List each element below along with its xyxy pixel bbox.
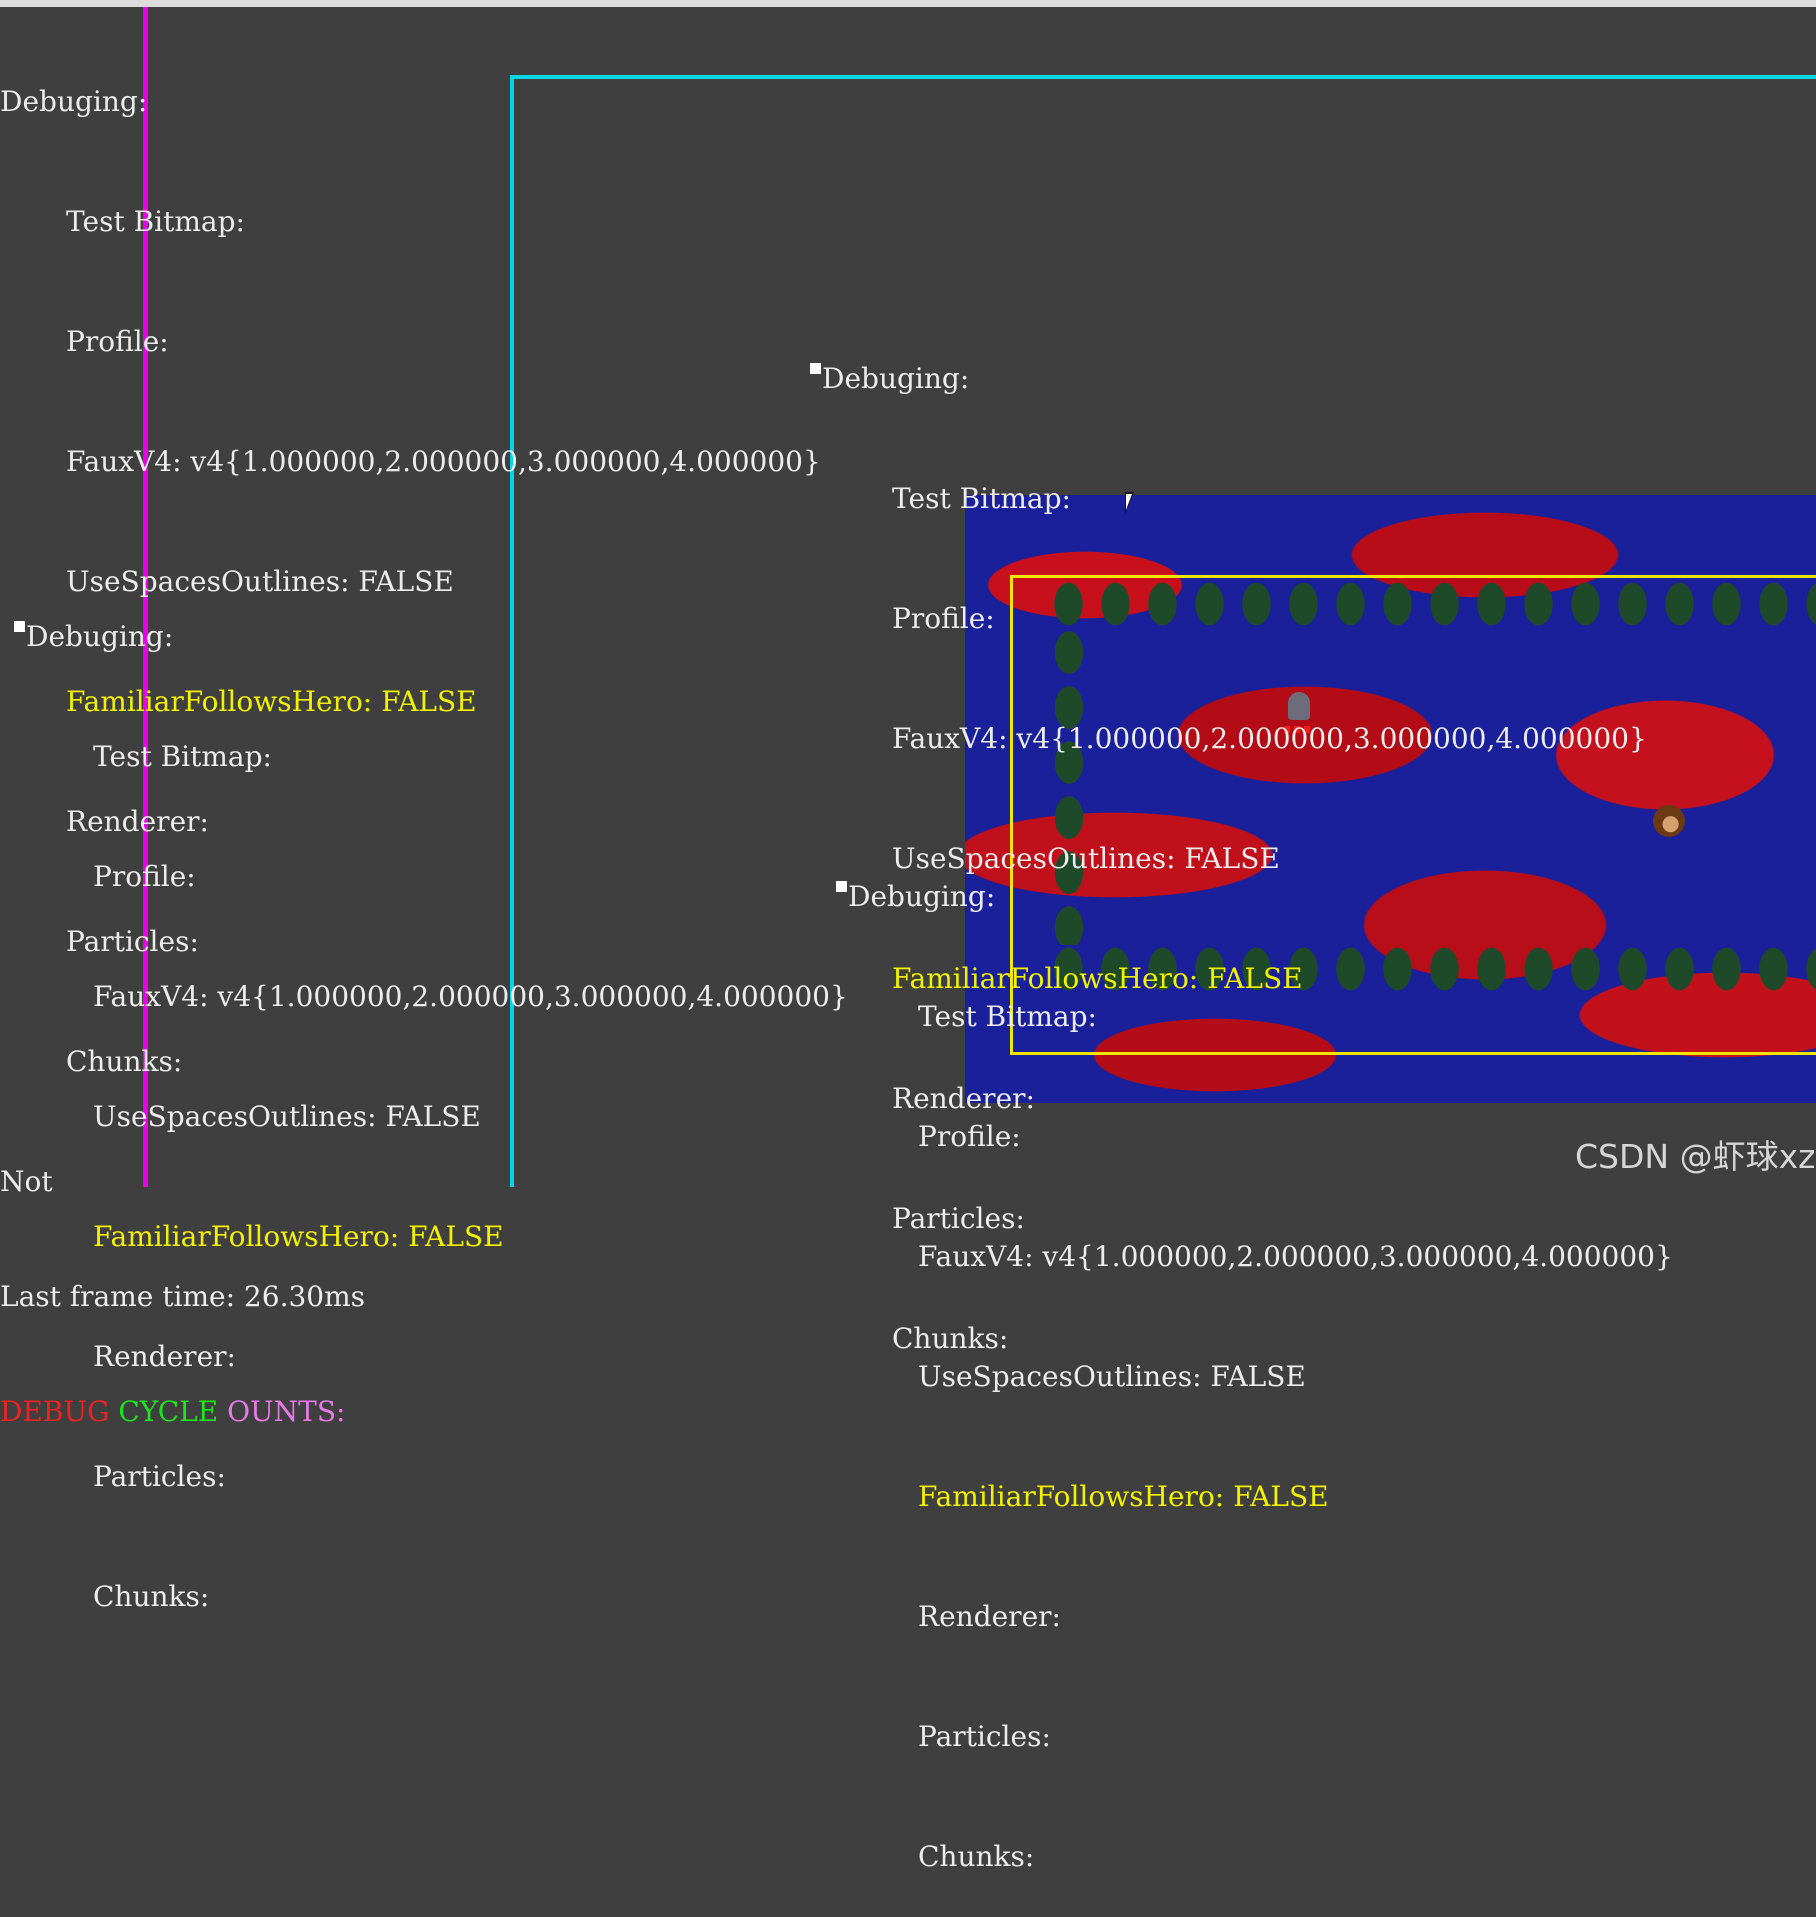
debug-item-chunks[interactable]: Chunks: <box>836 1837 1673 1877</box>
debug-menu-title-text: Debuging: <box>822 362 970 395</box>
debug-item-chunks[interactable]: Chunks: <box>14 1577 848 1617</box>
debug-panel-mid-left: Debuging: Test Bitmap: Profile: FauxV4: … <box>14 537 848 1657</box>
debug-menu-title[interactable]: Debuging: <box>810 359 1647 399</box>
debug-panel-bottom-right: Debuging: Test Bitmap: Profile: FauxV4: … <box>836 797 1673 1917</box>
debug-item-test-bitmap[interactable]: Test Bitmap: <box>836 997 1673 1037</box>
debug-menu-title-text: Debuging: <box>26 620 174 653</box>
debug-item-use-spaces-outlines[interactable]: UseSpacesOutlines: FALSE <box>836 1357 1673 1397</box>
debug-item-fauxv4[interactable]: FauxV4: v4{1.000000,2.000000,3.000000,4.… <box>810 719 1647 759</box>
watermark: CSDN @虾球xz <box>1575 1137 1816 1176</box>
debug-item-fauxv4[interactable]: FauxV4: v4{1.000000,2.000000,3.000000,4.… <box>0 442 821 482</box>
debug-item-profile[interactable]: Profile: <box>0 322 821 362</box>
debug-item-renderer[interactable]: Renderer: <box>14 1337 848 1377</box>
debug-item-fauxv4[interactable]: FauxV4: v4{1.000000,2.000000,3.000000,4.… <box>14 977 848 1017</box>
debug-menu-title[interactable]: Debuging: <box>0 82 821 122</box>
debug-item-renderer[interactable]: Renderer: <box>836 1597 1673 1637</box>
debug-item-test-bitmap[interactable]: Test Bitmap: <box>810 479 1647 519</box>
debug-item-familiar-follows-hero[interactable]: FamiliarFollowsHero: FALSE <box>836 1477 1673 1517</box>
debug-item-familiar-follows-hero[interactable]: FamiliarFollowsHero: FALSE <box>14 1217 848 1257</box>
debug-item-profile[interactable]: Profile: <box>14 857 848 897</box>
debug-item-fauxv4[interactable]: FauxV4: v4{1.000000,2.000000,3.000000,4.… <box>836 1237 1673 1277</box>
debug-item-particles[interactable]: Particles: <box>836 1717 1673 1757</box>
drag-handle-icon[interactable] <box>810 363 821 374</box>
debug-item-profile[interactable]: Profile: <box>810 599 1647 639</box>
debug-item-profile[interactable]: Profile: <box>836 1117 1673 1157</box>
drag-handle-icon[interactable] <box>836 881 847 892</box>
mouse-cursor-icon <box>1125 492 1134 514</box>
debug-item-test-bitmap[interactable]: Test Bitmap: <box>14 737 848 777</box>
debug-item-particles[interactable]: Particles: <box>14 1457 848 1497</box>
debug-item-test-bitmap[interactable]: Test Bitmap: <box>0 202 821 242</box>
debug-menu-title[interactable]: Debuging: <box>14 617 848 657</box>
debug-menu-title[interactable]: Debuging: <box>836 877 1673 917</box>
debug-menu-title-text: Debuging: <box>848 880 996 913</box>
drag-handle-icon[interactable] <box>14 621 25 632</box>
debug-item-use-spaces-outlines[interactable]: UseSpacesOutlines: FALSE <box>14 1097 848 1137</box>
